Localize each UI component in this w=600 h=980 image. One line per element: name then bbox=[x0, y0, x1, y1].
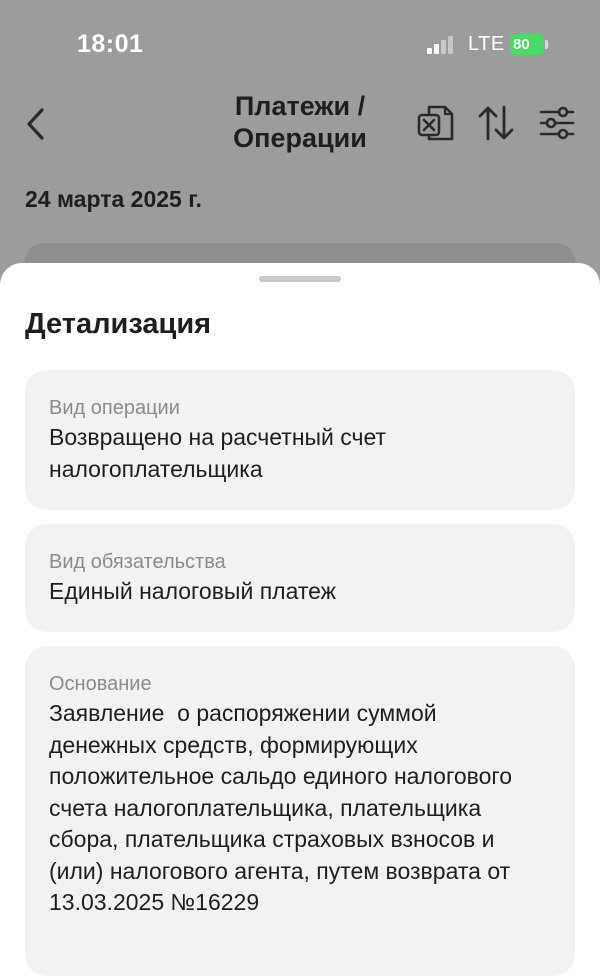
page-title: Платежи / Операции bbox=[233, 91, 367, 153]
sheet-grabber[interactable] bbox=[259, 276, 341, 282]
status-time: 18:01 bbox=[77, 30, 144, 58]
detail-label: Вид обязательства bbox=[49, 551, 226, 573]
detail-label: Вид операции bbox=[49, 397, 180, 419]
detail-label: Основание bbox=[49, 673, 152, 695]
date-header: 24 марта 2025 г. bbox=[25, 186, 202, 212]
filter-icon[interactable] bbox=[537, 103, 577, 143]
back-chevron-icon[interactable] bbox=[22, 104, 52, 144]
sheet-title: Детализация bbox=[25, 308, 212, 340]
detail-value: Единый налоговый платеж bbox=[49, 578, 337, 604]
detail-value: Возвращено на расчетный счет налогоплате… bbox=[49, 424, 387, 482]
network-type: LTE bbox=[468, 33, 505, 55]
detail-value: Заявление о распоряжении суммой денежных… bbox=[49, 700, 519, 915]
excel-export-icon[interactable] bbox=[416, 103, 456, 143]
detail-card-operation-type: Вид операции Возвращено на расчетный сче… bbox=[25, 370, 575, 510]
signal-strength-icon bbox=[427, 36, 457, 54]
battery-tip bbox=[545, 40, 548, 49]
detail-card-basis: Основание Заявление о распоряжении суммо… bbox=[25, 646, 575, 976]
status-bar: 18:01 LTE 80 bbox=[0, 0, 600, 90]
detail-card-obligation-type: Вид обязательства Единый налоговый плате… bbox=[25, 524, 575, 632]
sort-icon[interactable] bbox=[476, 103, 516, 143]
details-sheet: Детализация Вид операции Возвращено на р… bbox=[0, 263, 600, 980]
battery-icon: 80 bbox=[510, 34, 544, 55]
